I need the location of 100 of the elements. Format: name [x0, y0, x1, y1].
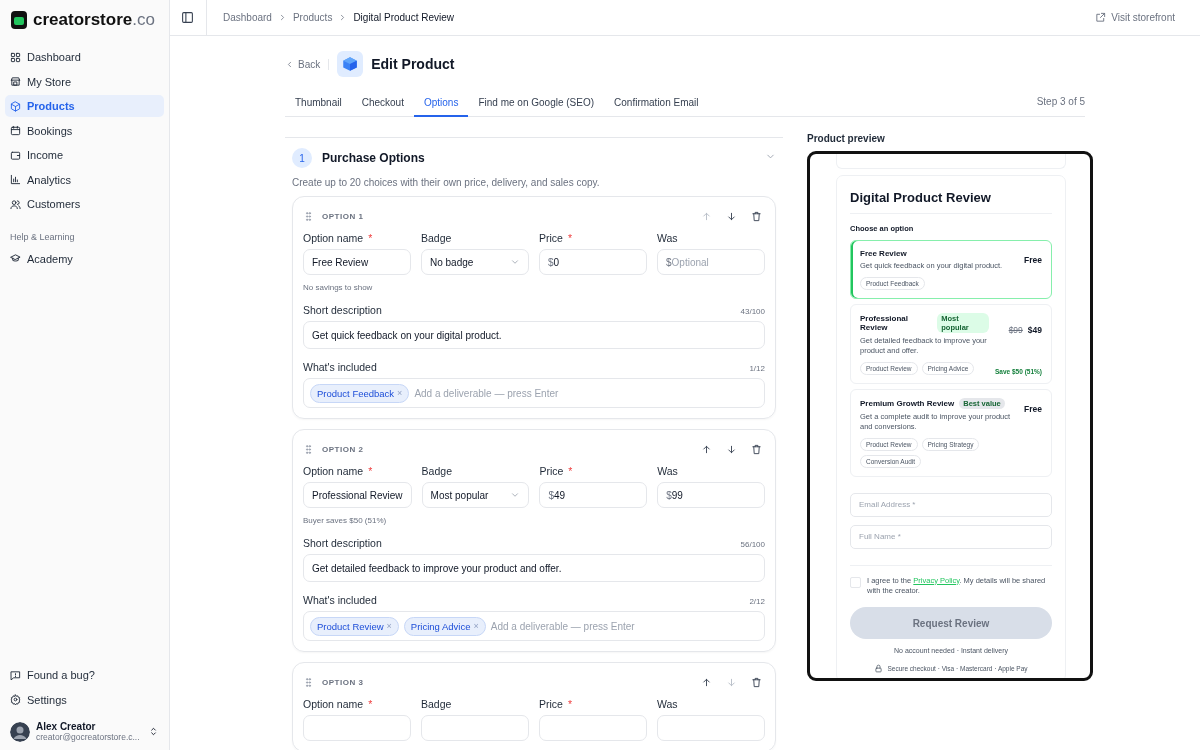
- input-field[interactable]: $Optional: [657, 249, 765, 275]
- product-title: Digital Product Review: [850, 190, 1052, 214]
- char-count: 56/100: [740, 540, 765, 549]
- section-heading: Help & Learning: [9, 230, 76, 244]
- breadcrumb[interactable]: Products: [292, 12, 333, 23]
- step-indicator: Step 3 of 5: [1036, 96, 1085, 109]
- store-icon: [10, 76, 21, 87]
- item-count: 1/12: [749, 364, 765, 373]
- deliverables-field[interactable]: Product Review × Pricing Advice × Add a deliverable — press Enter: [303, 611, 765, 641]
- old-price: $99: [1008, 324, 1023, 335]
- deliverables-field[interactable]: Product Feedback × Add a deliverable — press Enter: [303, 378, 765, 408]
- back-button[interactable]: Back: [285, 58, 330, 70]
- graduation-cap-icon: [10, 253, 21, 264]
- tab[interactable]: Checkout: [351, 89, 414, 117]
- preview-label: Product preview: [807, 133, 886, 144]
- input-field[interactable]: $0: [539, 249, 647, 275]
- option-name: Professional Review: [860, 313, 909, 332]
- field-label: Was: [657, 698, 678, 710]
- field-label: Price: [539, 698, 563, 710]
- deliverable-tag[interactable]: Product Review ×: [310, 616, 399, 636]
- tab[interactable]: Options: [413, 89, 469, 117]
- field-label: Option name: [303, 465, 364, 477]
- sidebar-item[interactable]: Settings: [5, 688, 164, 711]
- field-label: Was: [657, 232, 678, 244]
- sidebar-item[interactable]: Customers: [5, 193, 164, 215]
- chevron-down-icon: [510, 257, 520, 267]
- required-mark: *: [368, 698, 373, 710]
- sidebar-item[interactable]: Academy: [5, 247, 164, 270]
- breadcrumb: Digital Product Review: [353, 12, 454, 23]
- tab[interactable]: Confirmation Email: [604, 89, 709, 117]
- users-icon: [10, 198, 21, 210]
- required-mark: *: [567, 698, 573, 710]
- step-number: 1: [292, 148, 312, 168]
- brand-name: creatorstore.co: [33, 10, 155, 30]
- deliverable-tag[interactable]: Pricing Advice ×: [403, 616, 486, 636]
- tab[interactable]: Thumbnail: [285, 89, 352, 117]
- field-label: Badge: [421, 698, 452, 710]
- description-field[interactable]: Get detailed feedback to improve your product and offer.: [303, 554, 765, 582]
- grid-icon: [10, 51, 21, 63]
- box-icon: [10, 100, 21, 112]
- user-menu[interactable]: Alex Creator creator@gocreatorstore.c...: [5, 713, 164, 742]
- option-price: $49: [1027, 324, 1042, 335]
- external-link-icon: [1095, 12, 1107, 23]
- input-field[interactable]: Professional Review: [303, 482, 412, 508]
- sidebar-item[interactable]: Found a bug?: [5, 664, 164, 686]
- sidebar-item[interactable]: Products: [5, 95, 164, 117]
- arrow-up-icon: [701, 676, 712, 688]
- sidebar-toggle-icon: [181, 11, 194, 24]
- required-mark: *: [567, 232, 573, 244]
- badge-dropdown[interactable]: Most popular: [421, 482, 530, 508]
- field-label: Was: [657, 465, 678, 477]
- arrow-down-icon: [726, 676, 737, 688]
- input-field[interactable]: Free Review: [303, 249, 411, 275]
- drag-handle-icon: [303, 676, 314, 688]
- input-field[interactable]: [303, 715, 411, 741]
- field-label: Option name: [303, 698, 364, 710]
- option-title: OPTION 2: [322, 444, 365, 454]
- sidebar-item[interactable]: Dashboard: [5, 46, 164, 68]
- required-mark: *: [568, 465, 573, 477]
- message-alert-icon: [10, 669, 21, 681]
- arrow-down-icon: [726, 443, 737, 455]
- field-label: Price: [539, 232, 563, 244]
- field-label: Price: [539, 465, 564, 477]
- input-field[interactable]: $49: [539, 482, 648, 508]
- section-title: Purchase Options: [322, 151, 426, 165]
- settings-icon: [10, 694, 21, 705]
- drag-handle-icon: [303, 443, 314, 455]
- option-price: Free: [1024, 255, 1042, 265]
- drag-handle-icon: [303, 210, 314, 222]
- input-field[interactable]: [421, 715, 529, 741]
- trash-icon: [751, 210, 762, 222]
- sidebar-item[interactable]: My Store: [5, 70, 164, 93]
- input-field[interactable]: $99: [657, 482, 765, 508]
- checkbox[interactable]: [850, 576, 861, 588]
- description-field[interactable]: Get quick feedback on your digital product.: [303, 321, 765, 349]
- logo-icon: [11, 11, 27, 29]
- sidebar-item[interactable]: Bookings: [5, 119, 164, 142]
- sidebar-item[interactable]: Analytics: [5, 168, 164, 191]
- arrow-down-icon: [726, 210, 737, 222]
- visit-storefront-link[interactable]: Visit storefront: [1095, 12, 1175, 23]
- input-field[interactable]: [539, 715, 647, 741]
- char-count: 43/100: [740, 307, 765, 316]
- option-name: Free Review: [860, 249, 907, 258]
- savings-note: No savings to show: [303, 283, 374, 292]
- badge-dropdown[interactable]: No badge: [421, 249, 529, 275]
- field-label: Badge: [421, 232, 452, 244]
- field-label: Badge: [421, 465, 452, 477]
- wallet-icon: [10, 149, 21, 161]
- field-label: Short description: [303, 537, 382, 549]
- avatar: [10, 721, 30, 742]
- breadcrumb[interactable]: Dashboard: [223, 12, 272, 23]
- required-mark: *: [368, 232, 373, 244]
- sidebar-item[interactable]: Income: [5, 144, 164, 166]
- option-price: Free: [1024, 403, 1042, 414]
- page-title: Edit Product: [371, 56, 455, 72]
- field-label: Short description: [303, 304, 382, 316]
- tab[interactable]: Find me on Google (SEO): [468, 89, 605, 117]
- chevron-up-down-icon: [148, 726, 159, 737]
- input-field[interactable]: [657, 715, 765, 741]
- deliverable-tag[interactable]: Product Feedback ×: [310, 383, 410, 403]
